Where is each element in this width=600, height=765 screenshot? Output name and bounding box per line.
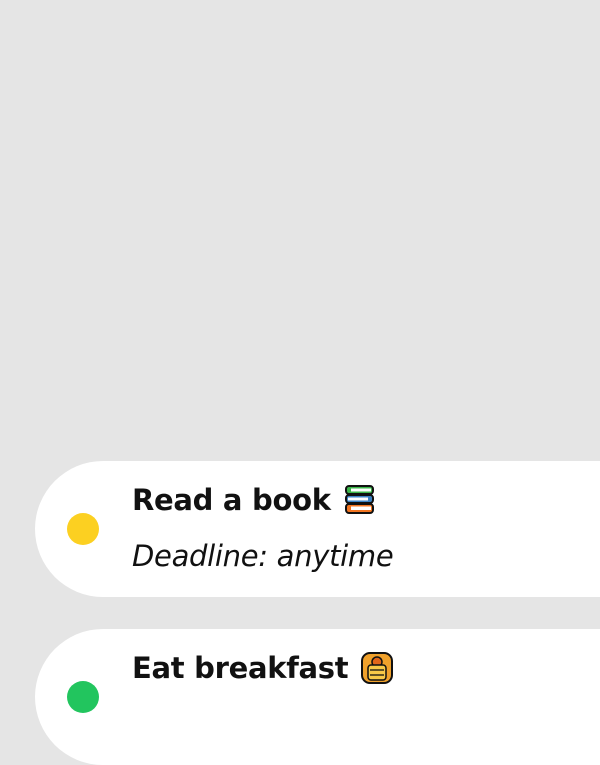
status-dot: [67, 681, 99, 713]
task-title-row: Eat breakfast: [132, 651, 394, 685]
task-deadline: Deadline: anytime: [132, 539, 394, 573]
task-card-eat-breakfast[interactable]: Eat breakfast: [35, 629, 600, 765]
task-card-read-a-book[interactable]: Read a book Deadline: anytime: [35, 461, 600, 597]
task-list: Read a book Deadline: anytime Eat breakf…: [0, 0, 600, 765]
pancakes-icon: [360, 651, 394, 685]
task-title: Eat breakfast: [132, 651, 349, 685]
books-icon: [343, 483, 377, 517]
task-title-row: Read a book: [132, 483, 377, 517]
task-title: Read a book: [132, 483, 331, 517]
status-dot: [67, 513, 99, 545]
